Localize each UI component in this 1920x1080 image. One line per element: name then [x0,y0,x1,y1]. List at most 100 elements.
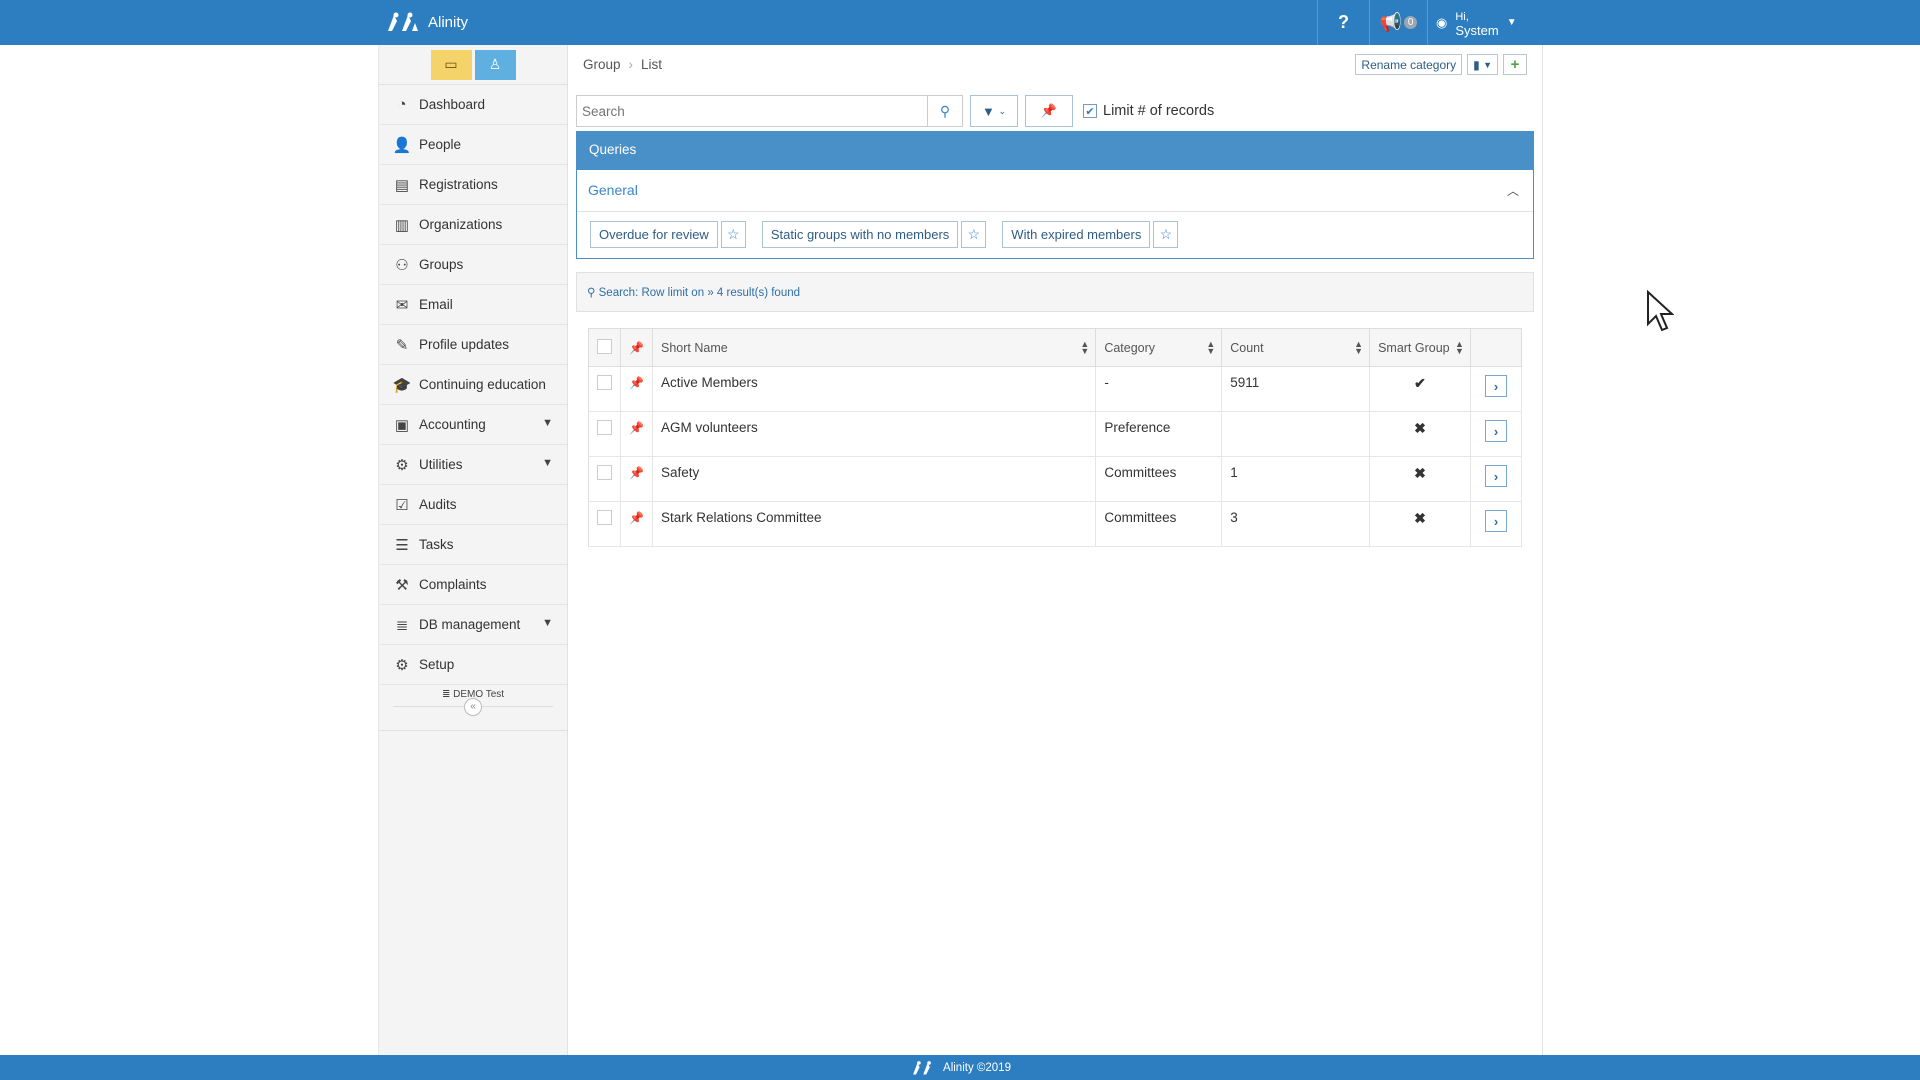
edit-icon: ✎ [395,336,409,354]
sort-icon: ▲ ▼ [1206,339,1216,356]
main-content: Group › List Rename category ▮ ▼ + ⚲ ▼ ⌄ 📌… [568,45,1543,1055]
sidebar-item-complaints[interactable]: ⚒ Complaints [379,565,567,605]
query-overdue-button[interactable]: Overdue for review [590,221,718,248]
column-count[interactable]: Count ▲ ▼ [1221,328,1371,367]
sidebar-item-label: Complaints [419,577,487,592]
sort-icon: ▲ ▼ [1080,339,1090,356]
notifications-badge: 0 [1403,16,1418,29]
sidebar-item-label: Utilities [419,457,463,472]
sidebar-item-label: Audits [419,497,457,512]
help-icon: ? [1338,12,1349,32]
chevron-right-icon: › [1493,468,1499,484]
rename-category-button[interactable]: Rename category [1355,54,1463,75]
search-button[interactable]: ⚲ [928,95,963,127]
chevron-right-icon: › [1493,513,1499,529]
table-row[interactable]: 📌 Active Members - 5911 ✔ › [588,366,1523,412]
footer: Alinity ©2019 [0,1055,1920,1080]
row-checkbox[interactable] [597,420,612,435]
sidebar-item-audits[interactable]: ☑ Audits [379,485,567,525]
star-icon[interactable]: ☆ [720,221,746,248]
sidebar-item-label: Setup [419,657,455,672]
search-input[interactable] [576,95,928,127]
top-bar: Alinity ? 📢 0 ◉ Hi, System ▼ [0,0,1920,45]
alinity-logo-icon [388,12,418,31]
app-name: Alinity [428,13,469,31]
star-icon[interactable]: ☆ [1153,221,1179,248]
users-icon: ⚇ [395,256,409,274]
sidebar-item-email[interactable]: ✉ Email [379,285,567,325]
sidebar-item-profile-updates[interactable]: ✎ Profile updates [379,325,567,365]
help-button[interactable]: ? [1317,0,1369,45]
column-short-name[interactable]: Short Name ▲ ▼ [652,328,1097,367]
user-menu-button[interactable]: ◉ Hi, System ▼ [1427,0,1542,45]
cell-short-name: Active Members [652,366,1097,412]
limit-records-toggle[interactable]: ✔ Limit # of records [1083,103,1214,119]
row-checkbox[interactable] [597,510,612,525]
collapse-sidebar-button[interactable]: « [464,698,482,716]
sidebar-item-label: People [419,137,462,152]
app-logo[interactable]: Alinity [384,11,468,33]
user-mode-button[interactable]: ♙ [474,49,516,80]
laptop-icon: ▭ [444,56,458,72]
pin-button[interactable]: 📌 [1025,95,1073,127]
notifications-button[interactable]: 📢 0 [1369,0,1427,45]
open-row-button[interactable]: › [1484,465,1507,487]
chevron-down-icon: ⌄ [998,105,1007,116]
mode-switch: ▭ ♙ [379,45,567,85]
queries-section-general[interactable]: General ︿ [577,170,1533,212]
sidebar-item-dashboard[interactable]: ◔ Dashboard [379,85,567,125]
column-category[interactable]: Category ▲ ▼ [1095,328,1223,367]
sidebar-item-continuing-education[interactable]: 🎓 Continuing education [379,365,567,405]
filter-dropdown-button[interactable]: ▼ ⌄ [970,95,1018,127]
user-text: Hi, System [1455,9,1498,37]
sort-icon: ▲ ▼ [1455,339,1464,356]
chevron-right-icon: › [628,57,634,72]
table-row[interactable]: 📌 Stark Relations Committee Committees 3… [588,501,1523,547]
open-row-button[interactable]: › [1484,420,1507,442]
breadcrumb-group[interactable]: Group [583,57,621,72]
limit-records-checkbox[interactable]: ✔ [1083,104,1097,118]
sidebar-item-setup[interactable]: ⚙ Setup [379,645,567,685]
table-row[interactable]: 📌 AGM volunteers Preference ✖ › [588,411,1523,457]
pin-icon[interactable]: 📌 [629,376,644,390]
table-row[interactable]: 📌 Safety Committees 1 ✖ › [588,456,1523,502]
sidebar: ▭ ♙ ◔ Dashboard 👤 People ▤ Registrations ▥ O… [378,45,568,1055]
sidebar-item-registrations[interactable]: ▤ Registrations [379,165,567,205]
sidebar-item-db-management[interactable]: ≣ DB management ▼ [379,605,567,645]
row-checkbox[interactable] [597,465,612,480]
add-button[interactable]: + [1503,54,1527,75]
sidebar-item-label: Groups [419,257,464,272]
sidebar-item-people[interactable]: 👤 People [379,125,567,165]
cell-category: - [1095,366,1223,412]
query-expired-members-button[interactable]: With expired members [1002,221,1151,248]
open-row-button[interactable]: › [1484,510,1507,532]
alinity-logo-icon [913,1060,931,1075]
column-smart-group[interactable]: Smart Group ▲ ▼ [1369,328,1471,367]
pin-icon[interactable]: 📌 [629,511,644,525]
sidebar-item-accounting[interactable]: ▣ Accounting ▼ [379,405,567,445]
chevron-up-icon[interactable]: ︿ [1507,182,1519,199]
row-pin-cell: 📌 [620,366,653,412]
pin-icon[interactable]: 📌 [629,421,644,435]
cogs-icon: ⚙ [395,456,409,474]
pin-icon[interactable]: 📌 [629,466,644,480]
select-all-header [588,328,621,367]
open-row-button[interactable]: › [1484,375,1507,397]
search-bar: ⚲ ▼ ⌄ 📌 ✔ Limit # of records [576,95,1214,127]
cell-count: 5911 [1221,366,1371,412]
sidebar-item-utilities[interactable]: ⚙ Utilities ▼ [379,445,567,485]
star-icon[interactable]: ☆ [961,221,987,248]
sidebar-item-groups[interactable]: ⚇ Groups [379,245,567,285]
results-count: 4 result(s) found [716,287,801,299]
sidebar-item-organizations[interactable]: ▥ Organizations [379,205,567,245]
user-name: System [1455,22,1499,38]
sidebar-item-tasks[interactable]: ☰ Tasks [379,525,567,565]
divider: « [393,698,553,716]
export-dropdown-button[interactable]: ▮ ▼ [1467,54,1498,75]
row-checkbox[interactable] [597,375,612,390]
sidebar-item-label: Accounting [419,417,486,432]
query-static-groups-button[interactable]: Static groups with no members [761,221,959,248]
admin-mode-button[interactable]: ▭ [430,49,472,80]
chevron-down-icon: ▼ [542,457,553,469]
select-all-checkbox[interactable] [597,338,612,354]
